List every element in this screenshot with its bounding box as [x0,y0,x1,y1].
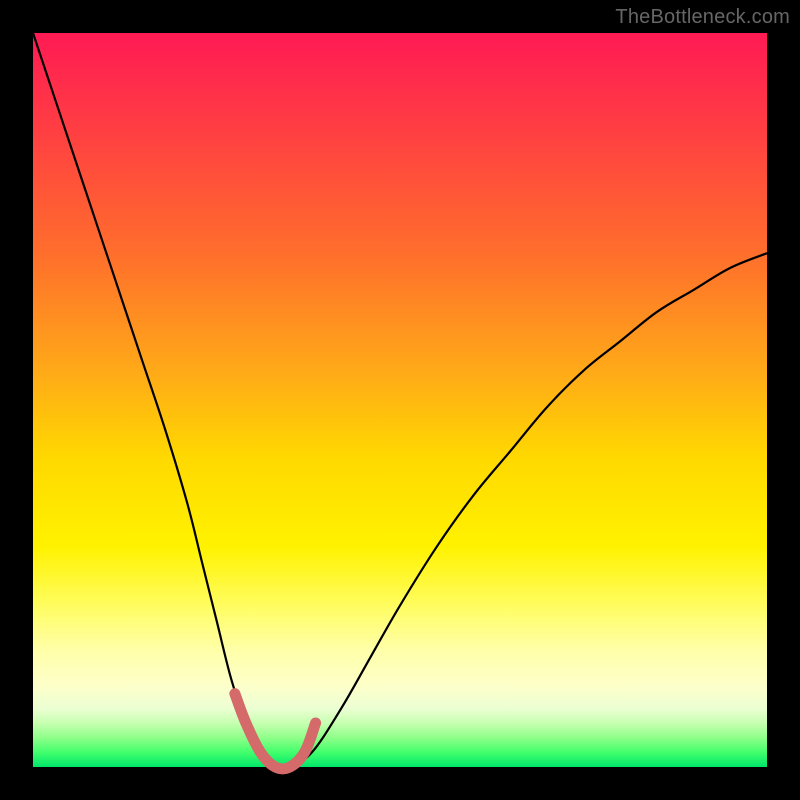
chart-svg [33,33,767,767]
optimal-range-highlight [235,694,316,769]
chart-frame: TheBottleneck.com [0,0,800,800]
watermark-text: TheBottleneck.com [615,6,790,29]
bottleneck-curve [33,33,767,769]
